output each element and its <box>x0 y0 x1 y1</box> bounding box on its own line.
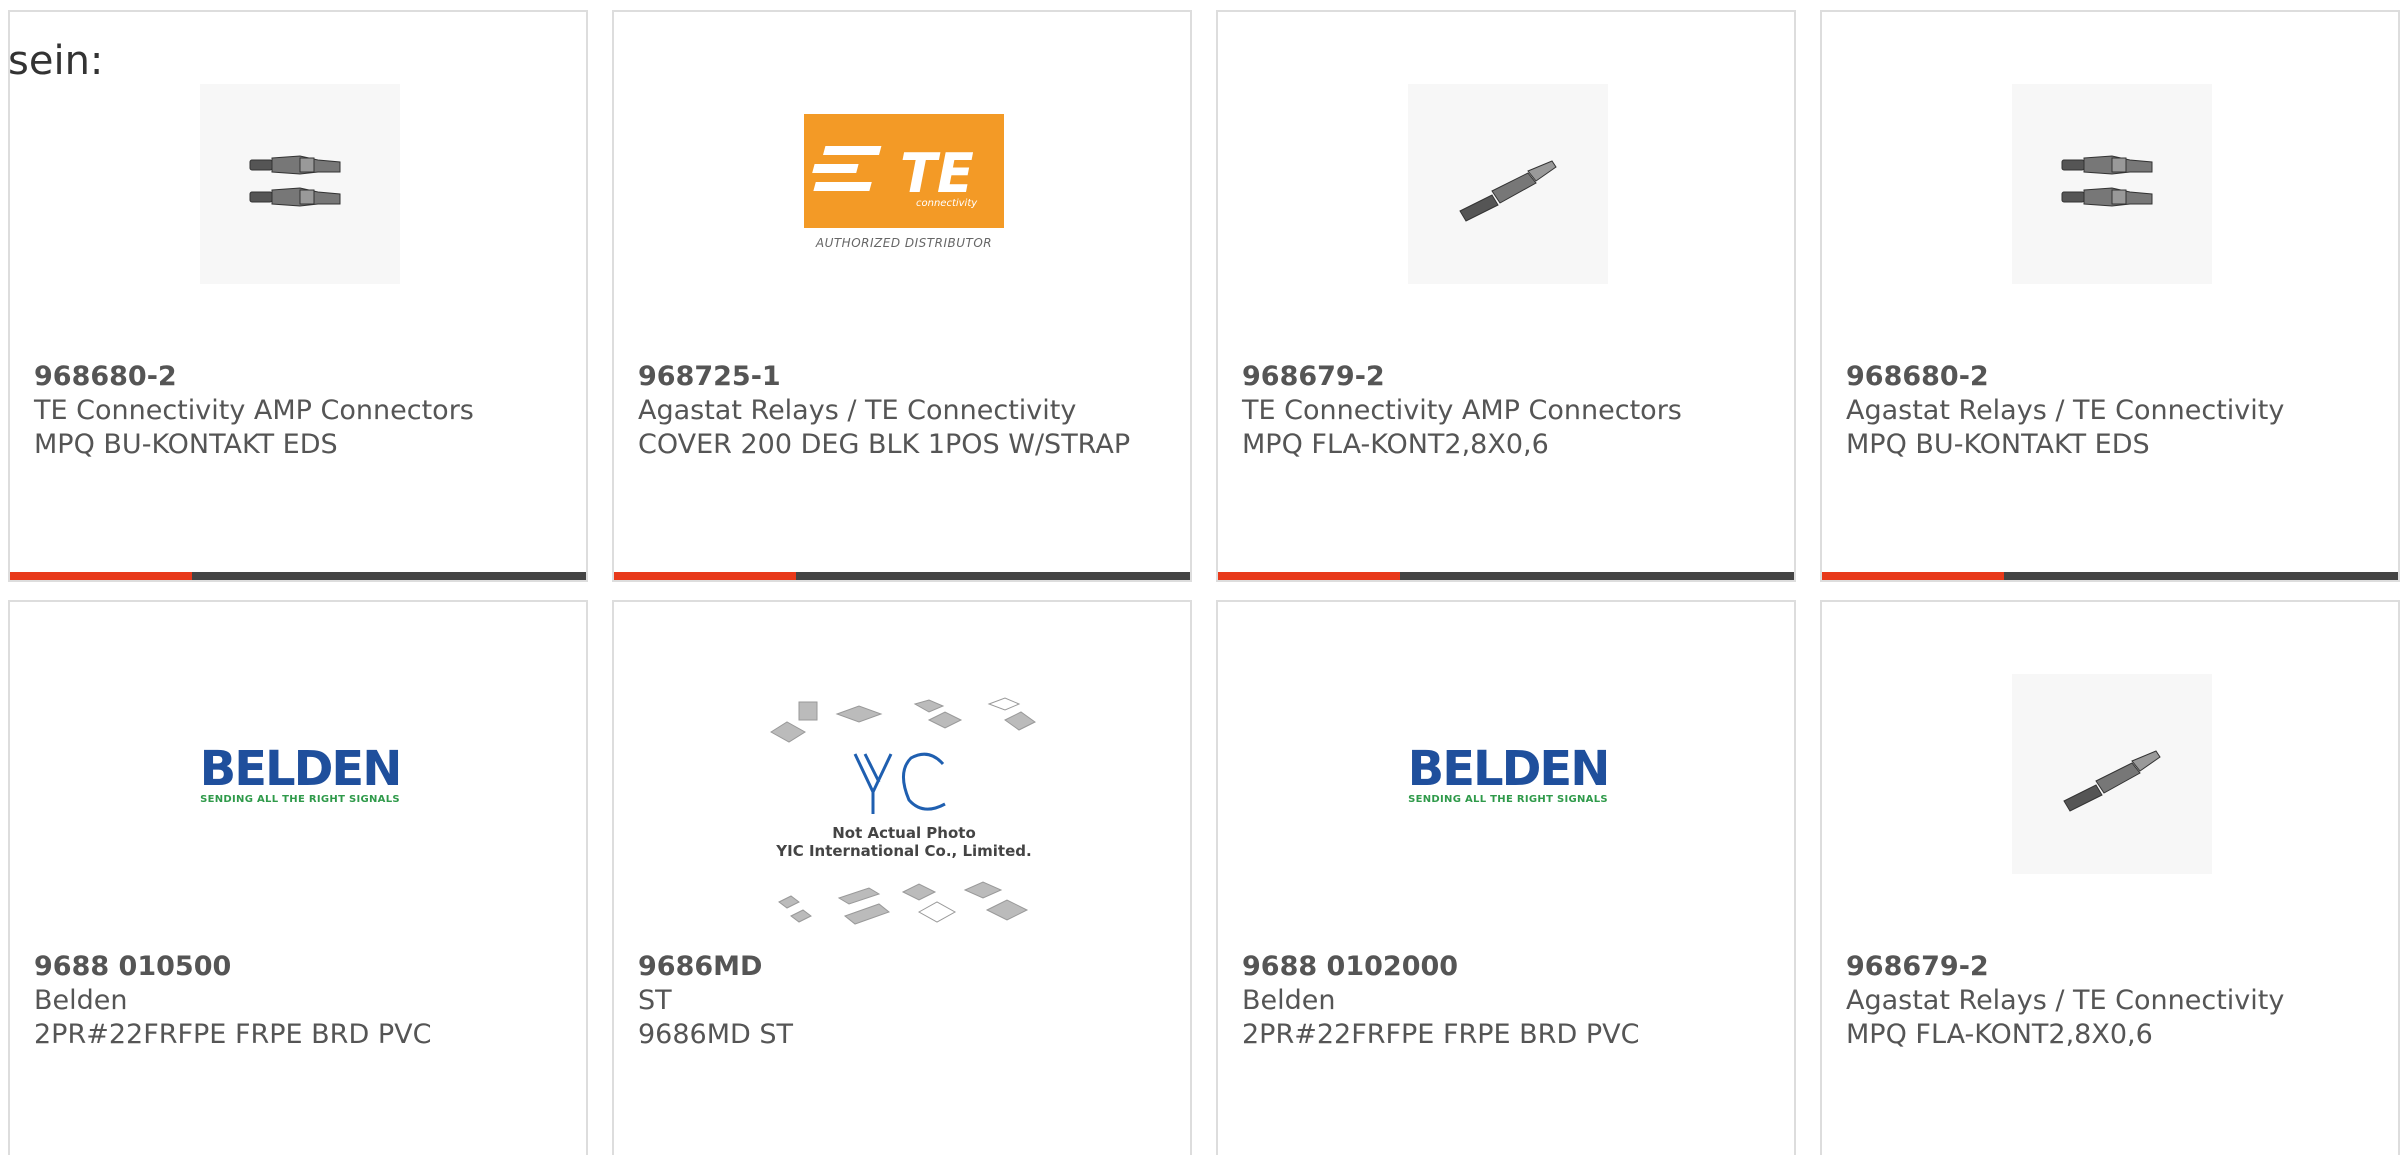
socket-contact-icon <box>2061 155 2153 207</box>
description: MPQ BU-KONTAKT EDS <box>1846 429 2150 460</box>
part-number[interactable]: 968725-1 <box>638 360 1166 394</box>
lead-text: sein: <box>8 38 104 84</box>
belden-tagline: SENDING ALL THE RIGHT SIGNALS <box>1408 793 1608 805</box>
product-image[interactable]: TE connectivity AUTHORIZED DISTRIBUTOR <box>804 84 1004 284</box>
manufacturer: Agastat Relays / TE Connectivity <box>1846 985 2285 1016</box>
product-grid-page: sein: 968680-2 TE Connectivity AMP Conne… <box>0 0 2400 1155</box>
belden-wordmark: BELDEN <box>1407 740 1611 797</box>
part-number[interactable]: 9686MD <box>638 950 1166 984</box>
yic-placeholder-image: Not Actual Photo YIC International Co., … <box>769 692 1039 942</box>
description: MPQ FLA-KONT2,8X0,6 <box>1846 1019 2153 1050</box>
product-card[interactable]: TE connectivity AUTHORIZED DISTRIBUTOR 9… <box>612 10 1192 582</box>
product-info: 968679-2 Agastat Relays / TE Connectivit… <box>1846 950 2374 1052</box>
product-card[interactable]: 968679-2 Agastat Relays / TE Connectivit… <box>1820 600 2400 1155</box>
description: MPQ BU-KONTAKT EDS <box>34 429 338 460</box>
card-accent-bar <box>614 572 1190 580</box>
belden-logo: BELDEN SENDING ALL THE RIGHT SIGNALS <box>1407 740 1611 805</box>
product-card[interactable]: BELDEN SENDING ALL THE RIGHT SIGNALS 968… <box>8 600 588 1155</box>
card-accent-bar <box>1218 572 1794 580</box>
belden-logo: BELDEN SENDING ALL THE RIGHT SIGNALS <box>199 740 403 805</box>
product-info: 968680-2 Agastat Relays / TE Connectivit… <box>1846 360 2374 462</box>
yic-caption-line2: YIC International Co., Limited. <box>776 842 1032 860</box>
product-info: 968679-2 TE Connectivity AMP Connectors … <box>1242 360 1770 462</box>
belden-tagline: SENDING ALL THE RIGHT SIGNALS <box>200 793 400 805</box>
te-logo-mark: TE connectivity <box>812 142 978 209</box>
part-number[interactable]: 9688 010500 <box>34 950 562 984</box>
distributor-caption: AUTHORIZED DISTRIBUTOR <box>815 236 993 250</box>
socket-contact-icon <box>249 155 341 207</box>
manufacturer: TE Connectivity AMP Connectors <box>34 395 474 426</box>
product-image[interactable] <box>2012 674 2212 874</box>
product-image[interactable]: Not Actual Photo YIC International Co., … <box>769 692 1039 942</box>
manufacturer: Agastat Relays / TE Connectivity <box>638 395 1077 426</box>
flat-contact-icon <box>1459 160 1557 222</box>
description: COVER 200 DEG BLK 1POS W/STRAP <box>638 429 1131 460</box>
part-number[interactable]: 9688 0102000 <box>1242 950 1770 984</box>
product-image[interactable] <box>2012 84 2212 284</box>
product-card[interactable]: 968679-2 TE Connectivity AMP Connectors … <box>1216 10 1796 582</box>
yic-caption-line1: Not Actual Photo <box>832 824 976 842</box>
flat-contact-icon <box>2063 750 2161 812</box>
manufacturer: ST <box>638 985 672 1016</box>
manufacturer: Belden <box>1242 985 1336 1016</box>
product-info: 9688 010500 Belden 2PR#22FRFPE FRPE BRD … <box>34 950 562 1052</box>
description: MPQ FLA-KONT2,8X0,6 <box>1242 429 1549 460</box>
te-connectivity-logo: TE connectivity AUTHORIZED DISTRIBUTOR <box>804 114 1004 254</box>
part-number[interactable]: 968679-2 <box>1242 360 1770 394</box>
product-info: 9686MD ST 9686MD ST <box>638 950 1166 1052</box>
part-number[interactable]: 968679-2 <box>1846 950 2374 984</box>
product-card[interactable]: 968680-2 Agastat Relays / TE Connectivit… <box>1820 10 2400 582</box>
description: 9686MD ST <box>638 1019 794 1050</box>
manufacturer: Agastat Relays / TE Connectivity <box>1846 395 2285 426</box>
chip-package-icons <box>770 697 1036 925</box>
product-card[interactable]: 968680-2 TE Connectivity AMP Connectors … <box>8 10 588 582</box>
product-image[interactable]: BELDEN SENDING ALL THE RIGHT SIGNALS <box>1407 674 1611 874</box>
part-number[interactable]: 968680-2 <box>1846 360 2374 394</box>
description: 2PR#22FRFPE FRPE BRD PVC <box>34 1019 432 1050</box>
product-image[interactable] <box>200 84 400 284</box>
product-image[interactable] <box>1408 84 1608 284</box>
product-info: 968725-1 Agastat Relays / TE Connectivit… <box>638 360 1166 462</box>
belden-wordmark: BELDEN <box>199 740 403 797</box>
svg-text:TE: TE <box>900 142 974 205</box>
te-logo-sub: connectivity <box>916 198 978 209</box>
product-image[interactable]: BELDEN SENDING ALL THE RIGHT SIGNALS <box>199 674 403 874</box>
card-accent-bar <box>1822 572 2398 580</box>
card-accent-bar <box>10 572 586 580</box>
product-card[interactable]: Not Actual Photo YIC International Co., … <box>612 600 1192 1155</box>
product-info: 968680-2 TE Connectivity AMP Connectors … <box>34 360 562 462</box>
part-number[interactable]: 968680-2 <box>34 360 562 394</box>
product-info: 9688 0102000 Belden 2PR#22FRFPE FRPE BRD… <box>1242 950 1770 1052</box>
manufacturer: Belden <box>34 985 128 1016</box>
product-card[interactable]: BELDEN SENDING ALL THE RIGHT SIGNALS 968… <box>1216 600 1796 1155</box>
manufacturer: TE Connectivity AMP Connectors <box>1242 395 1682 426</box>
description: 2PR#22FRFPE FRPE BRD PVC <box>1242 1019 1640 1050</box>
